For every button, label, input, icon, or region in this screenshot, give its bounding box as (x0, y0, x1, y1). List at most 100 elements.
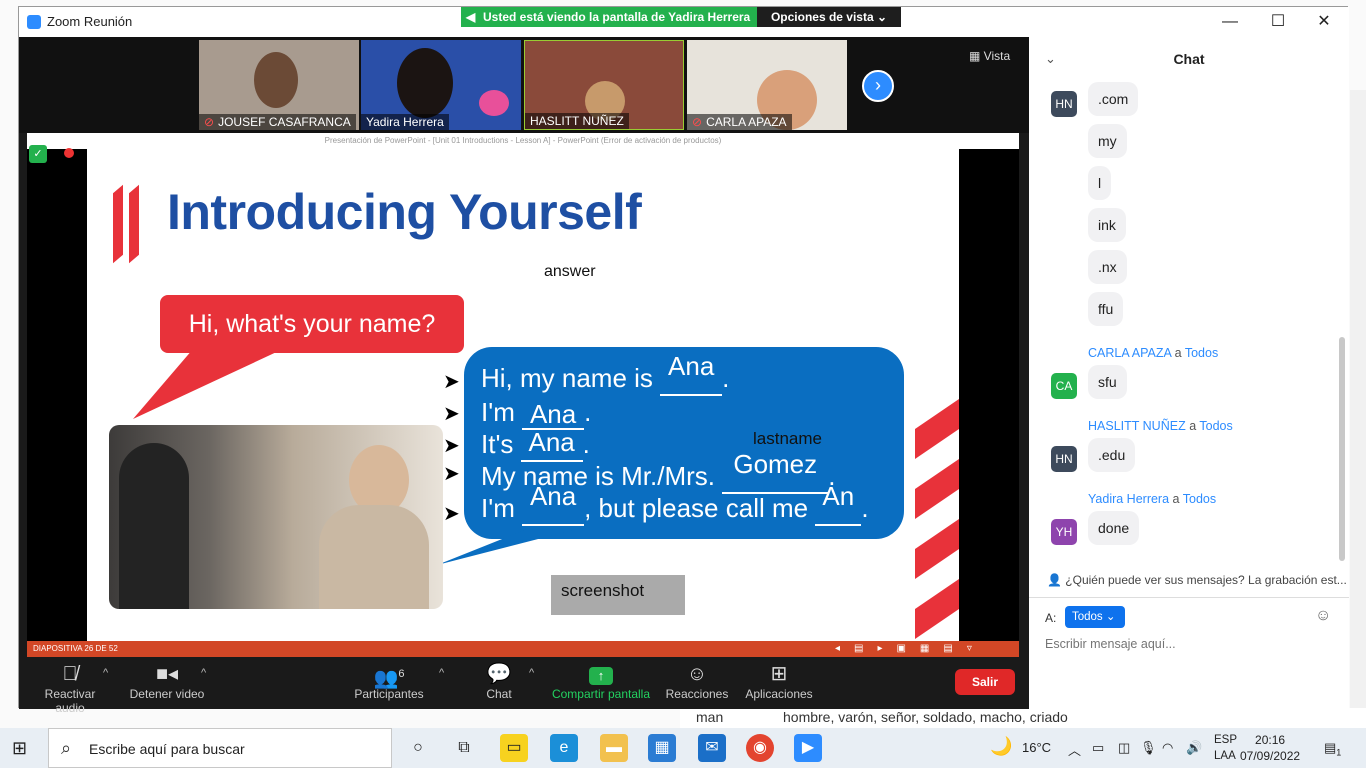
mail-icon[interactable]: ✉ (698, 734, 726, 762)
close-button[interactable]: ✕ (1309, 11, 1339, 33)
battery-icon[interactable]: ▭ (1092, 740, 1104, 756)
participant-face (397, 48, 453, 118)
unmute-button[interactable]: 🎙̸ Reactivar audio (29, 661, 111, 715)
next-page-button[interactable]: › (862, 70, 894, 102)
apps-button[interactable]: ⊞ Aplicaciones (741, 661, 817, 701)
zoom-tray-icon[interactable]: ◫ (1118, 740, 1130, 756)
arrow-icon: ➤ (443, 435, 460, 457)
muted-mic-icon: ⊘ (692, 115, 703, 129)
reactions-icon: ☺ (686, 663, 708, 685)
arrow-icon: ➤ (443, 371, 460, 393)
title-bar: Zoom Reunión ◀ Usted está viendo la pant… (19, 7, 1349, 37)
video-tile-carla[interactable]: ⊘ CARLA APAZA (687, 40, 847, 130)
answer-fill: Ana (529, 481, 577, 511)
share-screen-button[interactable]: ↑ Compartir pantalla (549, 661, 653, 701)
handshake-photo (109, 425, 443, 609)
windows-start-icon[interactable]: ⊞ (12, 738, 27, 759)
audio-options-caret[interactable]: ^ (103, 667, 108, 679)
man-figure (119, 443, 189, 609)
video-tile-yadira[interactable]: Yadira Herrera (361, 40, 521, 130)
ppt-view-controls[interactable]: ◂▤▸▣▦▤▿ (835, 641, 986, 657)
view-options-label: Opciones de vista (770, 10, 874, 24)
participants-options-caret[interactable]: ^ (439, 667, 444, 679)
taskbar-search[interactable]: ⌕ Escribe aquí para buscar (48, 728, 392, 768)
chat-message: .com (1088, 82, 1139, 116)
avatar: HN (1051, 446, 1077, 472)
chrome-icon[interactable]: ◉ (746, 734, 774, 762)
participants-button[interactable]: 👥6 Participantes (353, 661, 425, 701)
clock[interactable]: 20:16 07/09/2022 (1240, 732, 1300, 764)
camera-icon: ■◂ (155, 663, 179, 685)
sticky-notes-icon[interactable]: ▭ (500, 734, 528, 762)
cortana-icon[interactable]: ○ (404, 734, 432, 762)
answer-bubble-tail (437, 529, 577, 565)
view-options-button[interactable]: Opciones de vista ⌄ (757, 7, 901, 27)
mic-icon[interactable]: 🎙 (1140, 740, 1157, 756)
answer-line-3: It's Ana . (481, 427, 590, 462)
participant-label: Yadira Herrera (361, 114, 449, 130)
slide-title: Introducing Yourself (167, 184, 642, 240)
recipient-select[interactable]: Todos ⌄ (1065, 606, 1125, 628)
chat-message: done (1088, 511, 1140, 545)
view-button[interactable]: ▦ Vista (969, 49, 1010, 63)
file-explorer-icon[interactable]: ▬ (600, 734, 628, 762)
chat-scrollbar[interactable] (1339, 337, 1345, 561)
participants-icon: 👥6 (373, 667, 405, 690)
store-icon[interactable]: ▦ (648, 734, 676, 762)
emoji-icon[interactable]: ☺ (1315, 607, 1331, 625)
decor-stripe (113, 184, 123, 264)
chat-button[interactable]: 💬 Chat (481, 661, 517, 701)
notifications-icon[interactable]: ▤1 (1324, 740, 1341, 758)
muted-mic-icon: 🎙̸ (62, 663, 78, 685)
taskbar: ⊞ ⌕ Escribe aquí para buscar ○ ⧉ ▭ e ▬ ▦… (0, 728, 1366, 768)
participant-label: HASLITT NUÑEZ (525, 113, 629, 129)
chat-message: .nx (1088, 250, 1127, 284)
dictionary-row: man hombre, varón, señor, soldado, macho… (680, 708, 1366, 728)
decor-stripe (129, 184, 139, 264)
leave-button[interactable]: Salir (955, 669, 1015, 695)
background-scrollbar[interactable] (1350, 90, 1366, 710)
chat-message: my (1088, 124, 1127, 158)
chat-sender: Yadira Herrera a Todos (1088, 492, 1217, 506)
meeting-toolbar: 🎙̸ Reactivar audio ^ ■◂ Detener video ^ 👥6… (19, 657, 1029, 715)
video-tile-jousef[interactable]: ⊘ JOUSEF CASAFRANCA (199, 40, 359, 130)
reactions-button[interactable]: ☺ Reacciones (663, 661, 731, 701)
video-options-caret[interactable]: ^ (201, 667, 206, 679)
chat-sender: CARLA APAZA a Todos (1088, 346, 1219, 360)
edge-icon[interactable]: e (550, 734, 578, 762)
question-bubble: Hi, what's your name? (160, 295, 464, 353)
chat-options-caret[interactable]: ^ (529, 667, 534, 679)
wifi-icon[interactable]: ◠ (1162, 740, 1173, 756)
shared-screen: Presentación de PowerPoint - [Unit 01 In… (27, 133, 1019, 657)
weather-icon[interactable]: 🌙 (990, 736, 1012, 757)
chat-icon: 💬 (486, 663, 512, 685)
avatar: CA (1051, 373, 1077, 399)
slide: Introducing Yourself answer Hi, what's y… (87, 149, 959, 641)
volume-icon[interactable]: 🔊 (1186, 740, 1202, 756)
minimize-button[interactable]: — (1215, 11, 1245, 33)
chat-message-input[interactable] (1045, 633, 1335, 655)
maximize-button[interactable]: ☐ (1263, 11, 1293, 33)
dictionary-word: man (696, 709, 724, 725)
arrow-icon: ➤ (443, 463, 460, 485)
chevron-up-icon[interactable]: ︿ (1068, 740, 1081, 759)
person-icon: 👤 (1047, 573, 1066, 587)
woman-figure (319, 505, 429, 609)
shield-icon: ✓ (29, 145, 47, 163)
arrow-icon: ➤ (443, 503, 460, 525)
weather-temp[interactable]: 16°C (1022, 740, 1051, 755)
zoom-taskbar-icon[interactable]: ▶ (794, 734, 822, 762)
participant-label: ⊘ JOUSEF CASAFRANCA (199, 114, 356, 130)
ppt-window-title: Presentación de PowerPoint - [Unit 01 In… (27, 133, 1019, 149)
chat-privacy-notice[interactable]: 👤 ¿Quién puede ver sus mensajes? La grab… (1047, 573, 1347, 587)
answer-fill: Ana (528, 427, 575, 457)
video-tile-haslitt[interactable]: HASLITT NUÑEZ (524, 40, 684, 130)
apps-icon: ⊞ (770, 663, 788, 685)
answer-fill: An (822, 481, 855, 511)
avatar: HN (1051, 91, 1077, 117)
participant-label: ⊘ CARLA APAZA (687, 114, 792, 130)
stop-video-button[interactable]: ■◂ Detener video (129, 661, 205, 701)
language-indicator[interactable]: ESP LAA (1214, 732, 1237, 764)
task-view-icon[interactable]: ⧉ (450, 734, 478, 762)
answer-line-2: I'm Ana . (481, 397, 592, 430)
